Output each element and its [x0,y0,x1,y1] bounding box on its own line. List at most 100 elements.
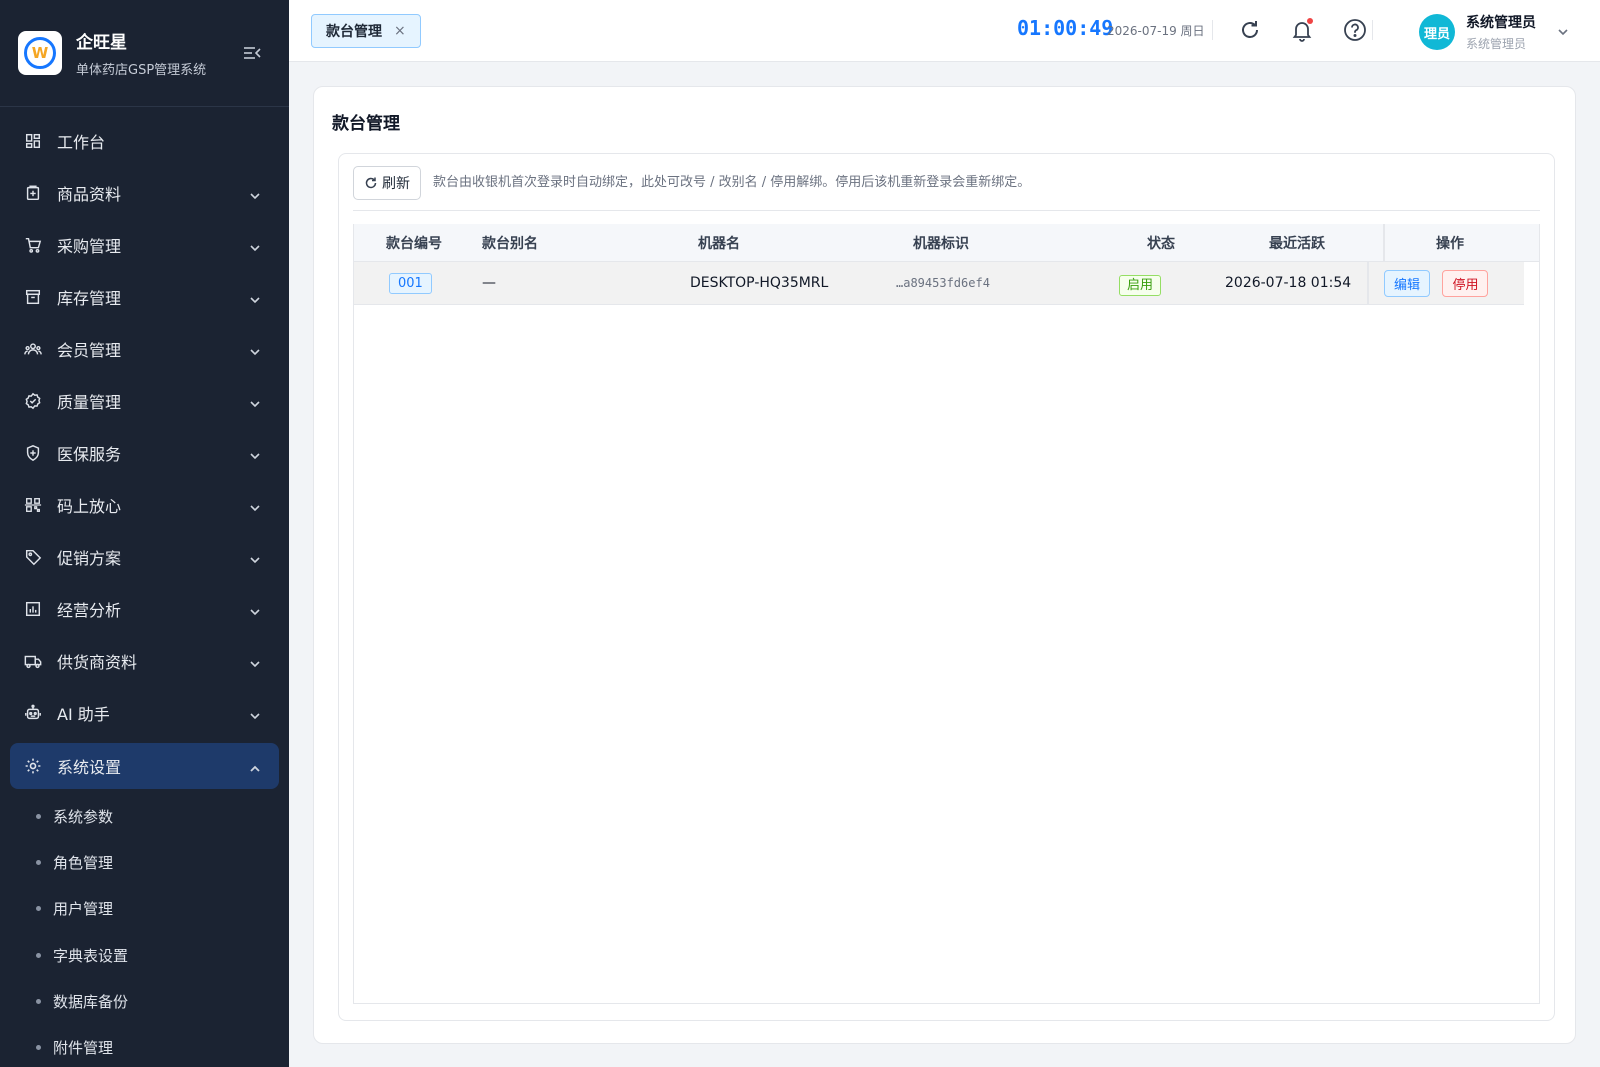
sidebar-item-ai-assistant[interactable]: AI 助手 [0,687,289,739]
brand-header: W 企旺星 单体药店GSP管理系统 [0,0,289,107]
column-header[interactable]: 最近活跃 [1269,233,1325,253]
user-name[interactable]: 系统管理员 [1466,12,1536,32]
dashboard-icon [23,131,43,151]
chevron-down-icon [249,447,261,460]
collapse-sidebar-icon[interactable] [241,42,263,64]
submenu-item-users[interactable]: 用户管理 [0,886,289,932]
chevron-down-icon [249,395,261,408]
clock: 01:00:49 [1017,16,1114,40]
bullet-dot [36,1045,41,1051]
brand-text: 企旺星 单体药店GSP管理系统 [76,28,206,78]
table-row[interactable]: 001 — DESKTOP-HQ35MRL …a89453fd6ef4 启用 2… [354,262,1524,305]
user-role: 系统管理员 [1466,37,1527,51]
register-table: 款台编号 款台别名 机器名 机器标识 状态 最近活跃 操作 001 — DESK… [353,224,1540,1004]
submenu-item-system-params[interactable]: 系统参数 [0,793,289,839]
logo-mark: W [24,37,56,69]
register-code-badge: 001 [389,273,432,294]
top-header: 款台管理 × 01:00:49 2026-07-19 周日 理员 系统管理员 系… [289,0,1600,62]
chevron-down-icon [249,707,261,720]
submenu-item-attachments[interactable]: 附件管理 [0,1024,289,1067]
status-cell: 启用 [1119,274,1162,296]
submenu-item-roles[interactable]: 角色管理 [0,839,289,885]
sidebar-item-promotions[interactable]: 促销方案 [0,531,289,583]
tag-icon [23,547,43,567]
app-logo: W [18,31,62,75]
column-header[interactable]: 机器名 [698,233,740,253]
avatar[interactable]: 理员 [1419,14,1455,50]
sidebar-item-label: 供货商资料 [57,653,138,672]
column-header[interactable]: 状态 [1147,233,1175,253]
refresh-icon [364,176,378,190]
members-icon [23,339,43,359]
divider [1372,20,1373,40]
column-header[interactable]: 款台别名 [482,233,538,253]
alias-cell: — [482,275,496,291]
divider [1367,262,1369,304]
column-header: 操作 [1436,235,1464,252]
chevron-down-icon [249,343,261,356]
sidebar-item-label: 采购管理 [57,237,122,256]
sidebar-item-label: 经营分析 [57,601,122,620]
edit-button[interactable]: 编辑 [1384,269,1431,297]
sidebar-item-trace-code[interactable]: 码上放心 [0,479,289,531]
refresh-button[interactable]: 刷新 [353,166,421,200]
archive-icon [23,287,43,307]
toolbar: 刷新 款台由收银机首次登录时自动绑定，此处可改号 / 改别名 / 停用解绑。停用… [353,166,1540,211]
bell-icon[interactable] [1289,17,1315,43]
refresh-icon[interactable] [1237,17,1263,43]
machine-id-cell: …a89453fd6ef4 [896,276,990,290]
sidebar-item-suppliers[interactable]: 供货商资料 [0,635,289,687]
chevron-down-icon [249,187,261,200]
actions-cell: 编辑 停用 [1384,269,1489,297]
help-icon[interactable] [1342,17,1368,43]
column-header[interactable]: 机器标识 [913,233,969,253]
submenu-label: 用户管理 [53,900,114,919]
submenu-item-dictionary[interactable]: 字典表设置 [0,932,289,978]
sidebar-item-products[interactable]: 商品资料 [0,167,289,219]
sidebar-item-label: AI 助手 [57,705,110,724]
bullet-dot [36,906,41,912]
sidebar: W 企旺星 单体药店GSP管理系统 工作台 商品资料 采购管理 库存管理 会员管… [0,0,289,1067]
qrcode-icon [23,495,43,515]
submenu-label: 字典表设置 [53,946,129,965]
sidebar-item-label: 质量管理 [57,393,122,412]
bullet-dot [36,952,41,958]
register-panel: 刷新 款台由收银机首次登录时自动绑定，此处可改号 / 改别名 / 停用解绑。停用… [338,153,1555,1021]
disable-button[interactable]: 停用 [1442,269,1489,297]
chart-icon [23,599,43,619]
close-icon[interactable]: × [394,23,406,39]
submenu-label: 系统参数 [53,807,114,826]
chevron-down-icon [249,499,261,512]
sidebar-item-label: 工作台 [57,133,106,152]
sidebar-item-purchase[interactable]: 采购管理 [0,219,289,271]
sidebar-item-workbench[interactable]: 工作台 [0,115,289,167]
main-card: 款台管理 刷新 款台由收银机首次登录时自动绑定，此处可改号 / 改别名 / 停用… [313,86,1576,1044]
submenu-label: 附件管理 [53,1039,114,1058]
sidebar-item-label: 系统设置 [57,758,122,777]
column-header[interactable]: 款台编号 [386,233,442,253]
machine-name-cell: DESKTOP-HQ35MRL [690,275,829,291]
sidebar-item-quality[interactable]: 质量管理 [0,375,289,427]
bullet-dot [36,813,41,819]
chevron-up-icon [249,760,261,772]
sidebar-item-medical-insurance[interactable]: 医保服务 [0,427,289,479]
sidebar-item-system-settings[interactable]: 系统设置 [10,743,279,789]
date-display: 2026-07-19 周日 [1107,24,1205,38]
page-title: 款台管理 [332,114,400,134]
robot-icon [23,703,43,723]
notification-dot [1307,18,1313,24]
sidebar-item-label: 库存管理 [57,289,122,308]
bullet-dot [36,859,41,865]
status-badge: 启用 [1119,274,1162,296]
sidebar-item-analytics[interactable]: 经营分析 [0,583,289,635]
sidebar-item-members[interactable]: 会员管理 [0,323,289,375]
chevron-down-icon[interactable] [1556,24,1570,38]
tab-register-management[interactable]: 款台管理 × [311,14,421,48]
register-code-cell: 001 [389,273,432,294]
chevron-down-icon [249,655,261,668]
table-header: 款台编号 款台别名 机器名 机器标识 状态 最近活跃 操作 [354,224,1539,262]
sidebar-item-label: 码上放心 [57,497,122,516]
sidebar-item-inventory[interactable]: 库存管理 [0,271,289,323]
brand-subtitle: 单体药店GSP管理系统 [76,63,207,78]
submenu-item-db-backup[interactable]: 数据库备份 [0,978,289,1024]
